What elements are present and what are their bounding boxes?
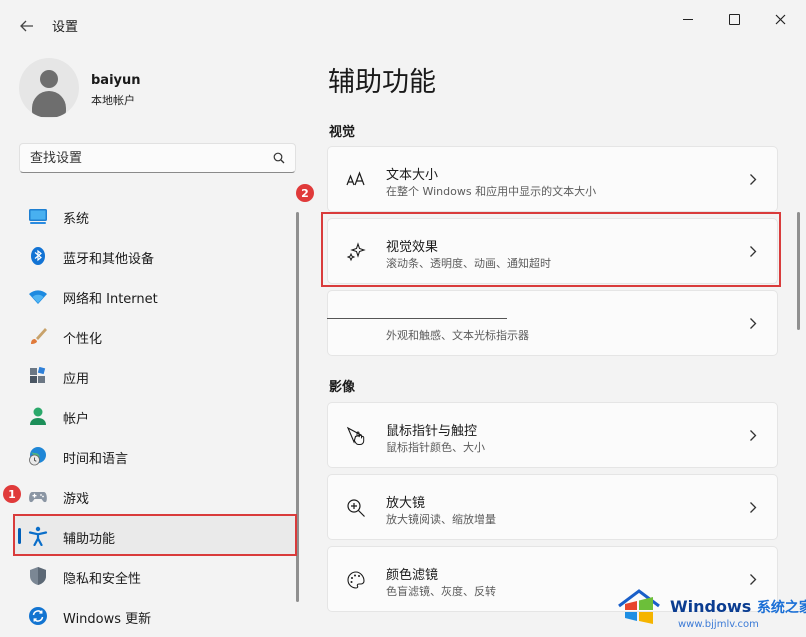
page-title: 辅助功能 xyxy=(328,67,436,98)
watermark-url: www.bjjmlv.com xyxy=(678,619,759,630)
sidebar-item-label: 隐私和安全性 xyxy=(63,572,142,587)
sidebar-item-time-language[interactable]: 时间和语言 xyxy=(14,436,296,476)
sidebar-item-network[interactable]: 网络和 Internet xyxy=(14,276,296,316)
sidebar-item-gaming[interactable]: 游戏 xyxy=(14,476,296,516)
sidebar-item-personalization[interactable]: 个性化 xyxy=(14,316,296,356)
sidebar-item-accessibility[interactable]: 辅助功能 xyxy=(14,516,296,556)
card-mouse-pointer-touch[interactable]: 鼠标指针与触控 鼠标指针颜色、大小 xyxy=(327,402,778,468)
card-description: 外观和触感、文本光标指示器 xyxy=(386,329,529,342)
brush-icon xyxy=(31,328,47,344)
card-title: 鼠标指针与触控 xyxy=(386,424,478,439)
avatar[interactable] xyxy=(19,58,79,118)
maximize-button[interactable] xyxy=(714,6,754,32)
step-badge-2: 2 xyxy=(296,184,314,202)
section-title-vision: 视觉 xyxy=(329,125,356,140)
sparkle-icon xyxy=(346,242,366,262)
sidebar-item-label: 个性化 xyxy=(63,332,103,347)
sidebar-item-label: 网络和 Internet xyxy=(63,292,158,307)
shield-icon xyxy=(30,567,46,585)
apps-icon xyxy=(30,366,46,383)
render-artifact xyxy=(327,318,507,319)
card-description: 鼠标指针颜色、大小 xyxy=(386,441,485,454)
chevron-right-icon xyxy=(750,318,757,329)
card-description: 滚动条、透明度、动画、通知超时 xyxy=(386,257,551,270)
close-button[interactable] xyxy=(760,6,800,32)
sidebar-item-label: 蓝牙和其他设备 xyxy=(63,252,155,267)
sidebar-item-label: 系统 xyxy=(63,212,90,227)
card-text-cursor[interactable]: 外观和触感、文本光标指示器 xyxy=(327,290,778,356)
chevron-right-icon xyxy=(750,246,757,257)
active-indicator xyxy=(18,528,21,544)
sidebar-item-system[interactable]: 系统 xyxy=(14,196,296,236)
sidebar-item-label: 时间和语言 xyxy=(63,452,129,467)
magnifier-icon xyxy=(347,499,365,517)
maximize-icon xyxy=(728,13,740,25)
app-title: 设置 xyxy=(52,20,79,35)
title-bar: 设置 xyxy=(0,0,806,48)
chevron-right-icon xyxy=(750,174,757,185)
card-text-size[interactable]: 文本大小 在整个 Windows 和应用中显示的文本大小 xyxy=(327,146,778,212)
minimize-icon xyxy=(683,18,693,20)
wifi-icon xyxy=(29,290,47,304)
search-icon[interactable] xyxy=(273,152,285,164)
card-title: 放大镜 xyxy=(386,496,426,511)
update-icon xyxy=(29,607,47,625)
main-scrollbar[interactable] xyxy=(797,212,800,330)
step-badge-1: 1 xyxy=(3,485,21,503)
sidebar-scrollbar[interactable] xyxy=(296,212,299,602)
back-button[interactable] xyxy=(14,14,40,38)
section-title-imaging: 影像 xyxy=(329,380,356,395)
watermark-brand: Windows 系统之家 xyxy=(670,597,806,616)
card-title: 视觉效果 xyxy=(386,240,439,255)
sidebar-item-label: 帐户 xyxy=(63,412,90,427)
sidebar-item-accounts[interactable]: 帐户 xyxy=(14,396,296,436)
palette-icon xyxy=(347,571,365,589)
card-title: 颜色滤镜 xyxy=(386,568,439,583)
chevron-right-icon xyxy=(750,574,757,585)
accessibility-icon xyxy=(28,526,48,546)
account-type: 本地帐户 xyxy=(91,94,135,107)
account-icon xyxy=(30,407,46,425)
user-name: baiyun xyxy=(91,73,141,88)
system-icon xyxy=(29,209,47,224)
bluetooth-icon xyxy=(31,247,45,265)
sidebar-item-privacy[interactable]: 隐私和安全性 xyxy=(14,556,296,596)
card-description: 放大镜阅读、缩放增量 xyxy=(386,513,496,526)
watermark-logo-icon xyxy=(618,589,660,624)
chevron-right-icon xyxy=(750,502,757,513)
card-magnifier[interactable]: 放大镜 放大镜阅读、缩放增量 xyxy=(327,474,778,540)
card-visual-effects[interactable]: 视觉效果 滚动条、透明度、动画、通知超时 xyxy=(327,218,778,284)
sidebar-item-windows-update[interactable]: Windows 更新 xyxy=(14,596,296,636)
sidebar-item-label: 游戏 xyxy=(63,492,90,507)
globe-clock-icon xyxy=(29,447,46,466)
text-size-icon xyxy=(346,171,365,186)
sidebar-item-apps[interactable]: 应用 xyxy=(14,356,296,396)
pointer-touch-icon xyxy=(346,426,365,445)
sidebar-item-label: Windows 更新 xyxy=(63,612,152,627)
back-arrow-icon xyxy=(20,20,33,32)
sidebar-item-bluetooth[interactable]: 蓝牙和其他设备 xyxy=(14,236,296,276)
chevron-right-icon xyxy=(750,430,757,441)
search-input[interactable] xyxy=(20,144,270,172)
card-title: 文本大小 xyxy=(386,168,439,183)
minimize-button[interactable] xyxy=(668,6,708,32)
sidebar-item-label: 应用 xyxy=(63,372,90,387)
gamepad-icon xyxy=(29,492,47,503)
sidebar-nav: 系统 蓝牙和其他设备 网络和 Internet 个性化 应用 帐户 时间和语言 … xyxy=(14,196,296,636)
card-description: 色盲滤镜、灰度、反转 xyxy=(386,585,496,598)
search-box[interactable] xyxy=(19,143,296,173)
card-description: 在整个 Windows 和应用中显示的文本大小 xyxy=(386,185,597,198)
sidebar-item-label: 辅助功能 xyxy=(63,532,116,547)
close-icon xyxy=(775,14,785,24)
